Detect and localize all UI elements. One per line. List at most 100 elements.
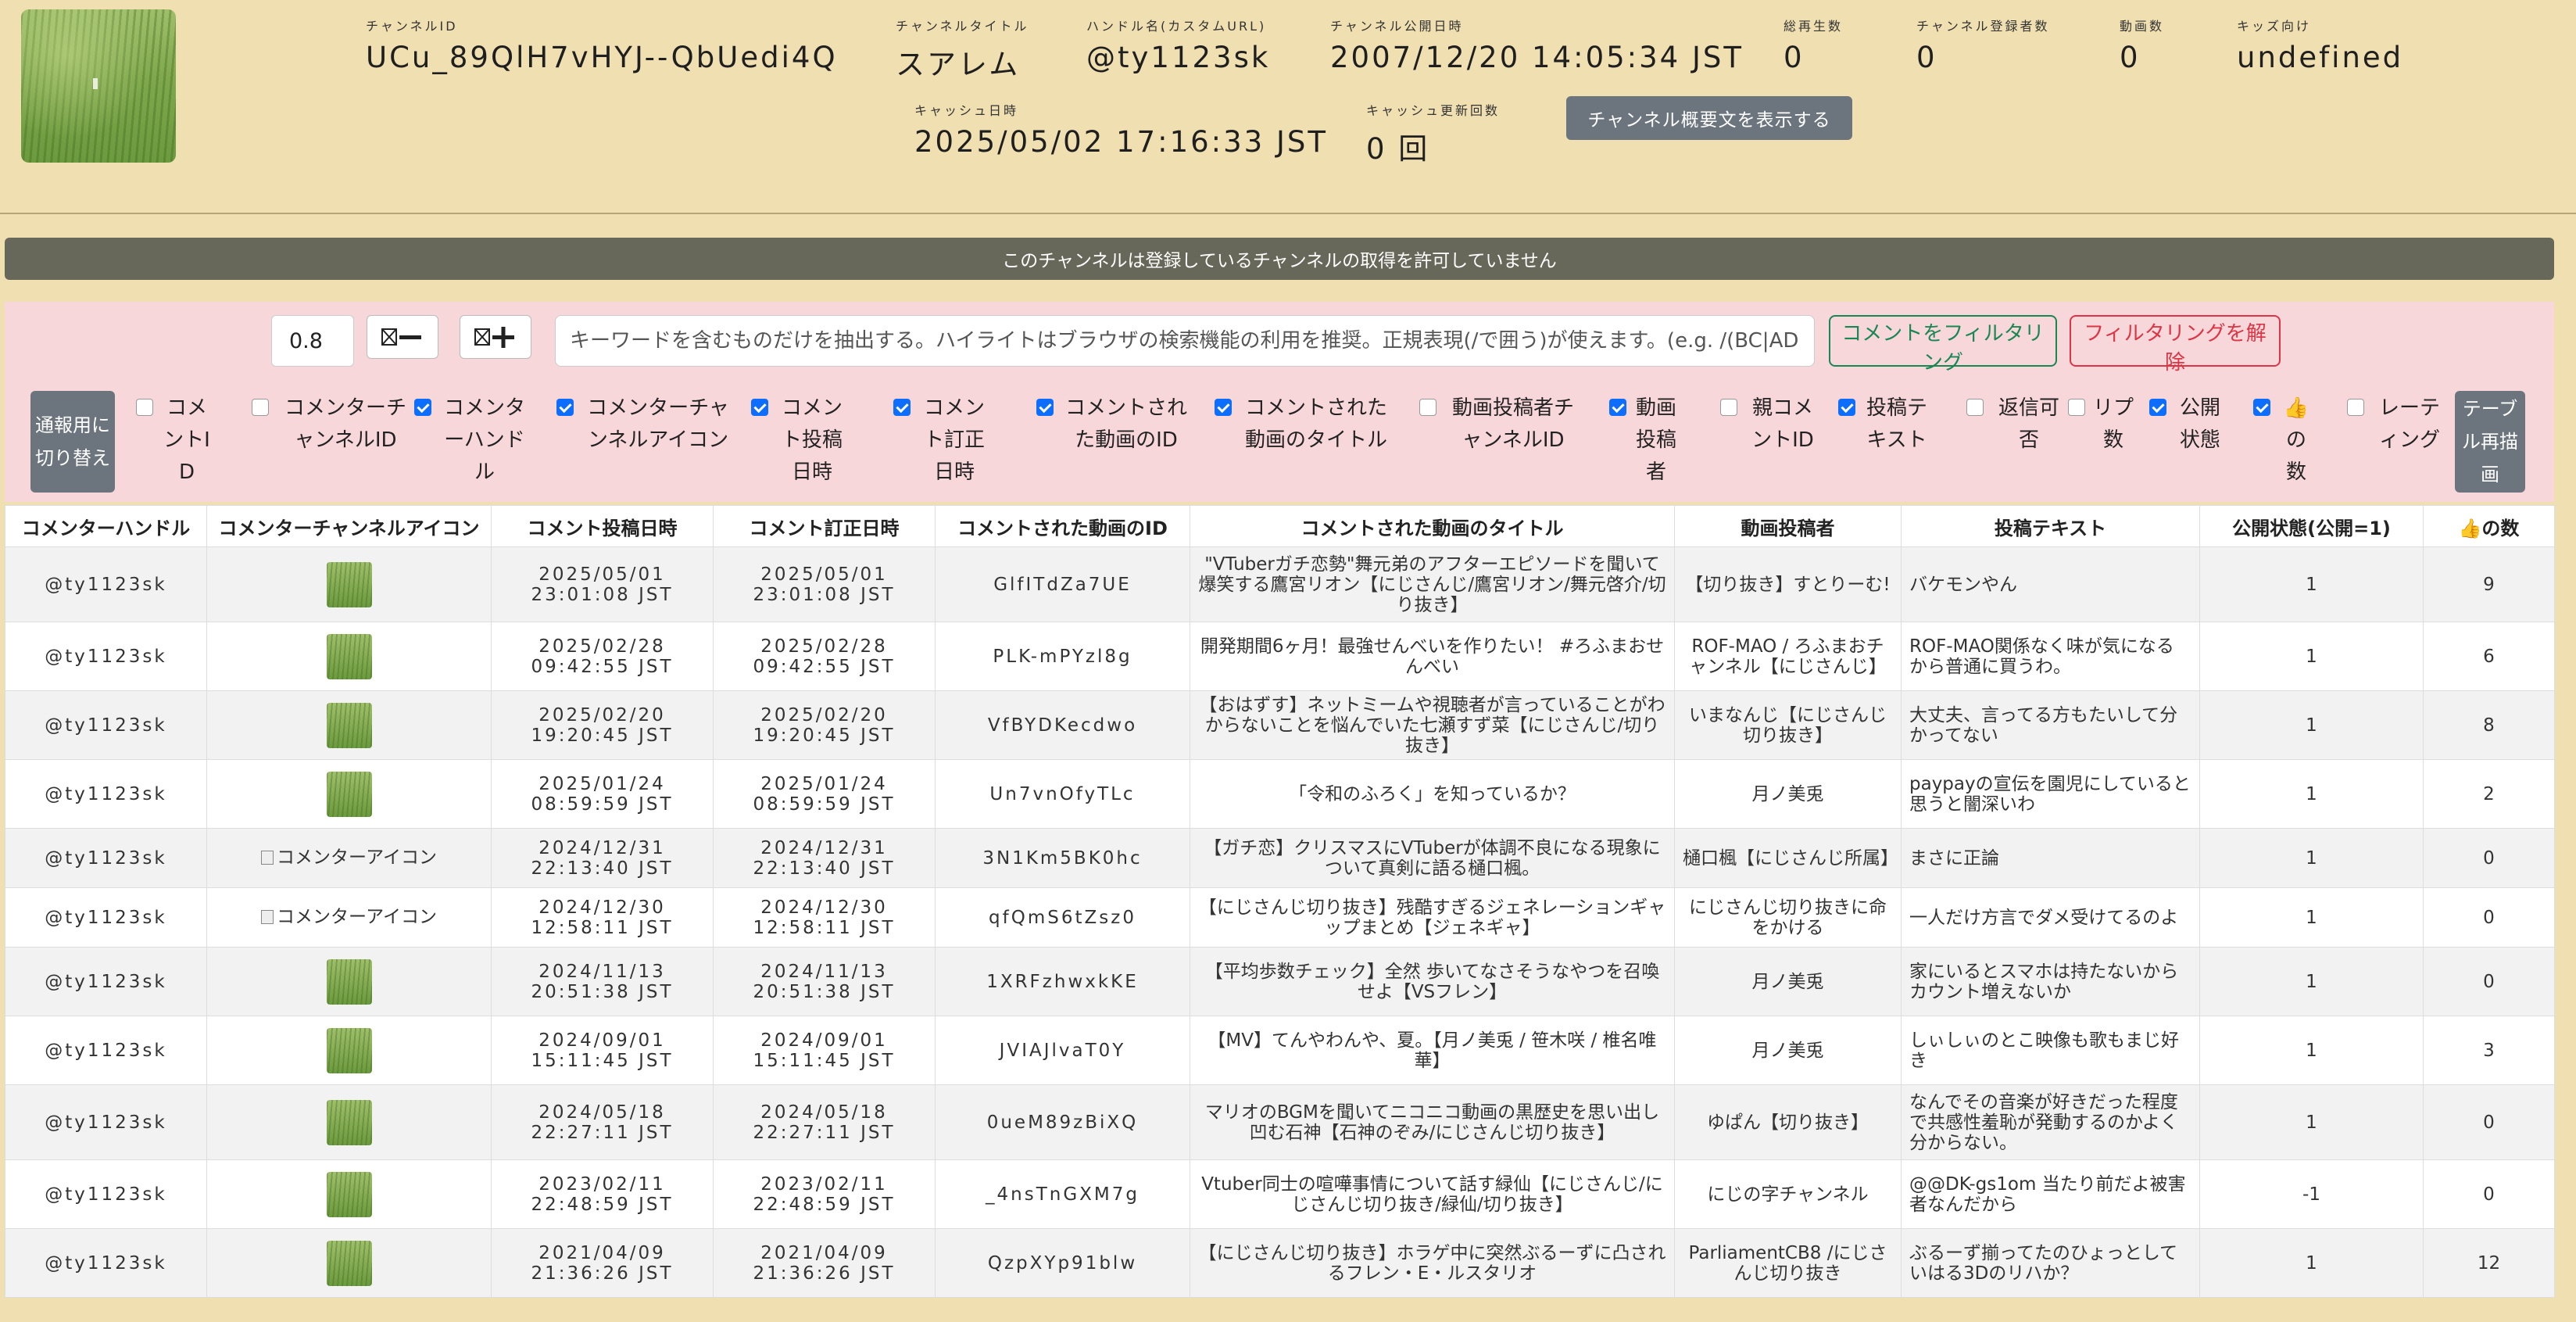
checkbox[interactable]: [893, 399, 911, 416]
column-toggle-label: コメントされた動画のタイトル: [1244, 396, 1387, 452]
posted-cell: 2025/02/28 09:42:55 JST: [491, 622, 714, 691]
commenter-avatar: [326, 1240, 372, 1286]
checkbox[interactable]: [1609, 399, 1626, 416]
checkbox[interactable]: [1036, 399, 1054, 416]
column-header[interactable]: 公開状態(公開=1): [2199, 505, 2424, 547]
checkbox[interactable]: [136, 399, 153, 416]
show-description-button[interactable]: チャンネル概要文を表示する: [1566, 96, 1852, 140]
table-row: @ty1123sk コメンターアイコン 2024/12/30 12:58:11 JST…: [5, 887, 2555, 948]
cache-date-label: キャッシュ日時: [914, 103, 1019, 118]
likes-cell: 2: [2423, 759, 2555, 829]
column-header[interactable]: コメントされた動画のタイトル: [1190, 505, 1675, 547]
column-header[interactable]: 動画投稿者: [1674, 505, 1902, 547]
checkbox[interactable]: [1966, 399, 1984, 416]
text-cell: paypayの宣伝を園児にしていると思うと闇深いわ: [1901, 759, 2200, 829]
commenter-avatar: [326, 561, 372, 607]
cache-count-field: キャッシュ更新回数 0 回: [1366, 100, 1500, 167]
column-toggle-2[interactable]: コメンターチャンネルID: [252, 392, 416, 457]
broken-image-icon: コメンターアイコン: [261, 847, 437, 868]
column-toggle-16[interactable]: 👍の数: [2253, 392, 2316, 489]
commenter-icon-cell: [206, 1228, 492, 1298]
column-toggle-15[interactable]: 公開状態: [2149, 392, 2227, 457]
commenter-avatar: [326, 1099, 372, 1145]
column-toggle-17[interactable]: レーティング: [2347, 392, 2449, 457]
checkbox[interactable]: [414, 399, 431, 416]
column-toggle-3[interactable]: コメンターハンドル: [414, 392, 531, 489]
zoom-in-button[interactable]: [460, 315, 531, 359]
checkbox[interactable]: [1215, 399, 1232, 416]
edited-cell: 2024/12/31 22:13:40 JST: [713, 828, 936, 888]
videos-label: 動画数: [2120, 19, 2165, 34]
checkbox[interactable]: [252, 399, 269, 416]
kids-field: キッズ向け undefined: [2237, 16, 2403, 74]
checkbox[interactable]: [1838, 399, 1855, 416]
subscribers-label: チャンネル登録者数: [1916, 19, 2050, 34]
checkbox[interactable]: [2253, 399, 2270, 416]
scale-input[interactable]: [271, 315, 354, 367]
cache-count-value: 0 回: [1366, 132, 1430, 166]
uploader-cell: 樋口楓【にじさんじ所属】: [1674, 828, 1902, 888]
column-header[interactable]: コメンターハンドル: [5, 505, 207, 547]
public-cell: 1: [2199, 690, 2424, 760]
table-row: @ty1123sk 2025/02/20 19:20:45 JST 2025/02/2…: [5, 690, 2555, 760]
public-cell: 1: [2199, 1084, 2424, 1160]
column-toggle-label: 返信可否: [1998, 396, 2059, 452]
likes-cell: 0: [2423, 1084, 2555, 1160]
checkbox[interactable]: [2149, 399, 2166, 416]
column-header[interactable]: コメンターチャンネルアイコン: [206, 505, 492, 547]
posted-cell: 2024/05/18 22:27:11 JST: [491, 1084, 714, 1160]
checkbox[interactable]: [1720, 399, 1737, 416]
column-toggle-9[interactable]: 動画投稿者チャンネルID: [1419, 392, 1583, 457]
title-cell: "VTuberガチ恋勢"舞元弟のアフターエピソードを聞いて爆笑する鷹宮リオン【に…: [1190, 546, 1675, 622]
column-header[interactable]: コメント訂正日時: [713, 505, 936, 547]
edited-cell: 2025/02/20 19:20:45 JST: [713, 690, 936, 760]
column-header[interactable]: 投稿テキスト: [1901, 505, 2200, 547]
uploader-cell: 月ノ美兎: [1674, 947, 1902, 1016]
column-toggle-14[interactable]: リプ数: [2068, 392, 2135, 457]
column-toggle-1[interactable]: コメントID: [136, 392, 214, 489]
column-toggle-10[interactable]: 動画投稿者: [1609, 392, 1680, 489]
text-cell: ぶるーず揃ってたのひょっとしていはる3Dのリハか？: [1901, 1228, 2200, 1298]
video-id-cell: GlfITdZa7UE: [935, 546, 1190, 622]
column-header[interactable]: 👍の数: [2423, 505, 2555, 547]
report-mode-button[interactable]: 通報用に切り替え: [30, 391, 115, 493]
channel-title-value: スアレム: [896, 48, 1021, 81]
checkbox[interactable]: [751, 399, 768, 416]
checkbox[interactable]: [1419, 399, 1436, 416]
column-toggle-7[interactable]: コメントされた動画のID: [1036, 392, 1193, 457]
column-header[interactable]: コメント投稿日時: [491, 505, 714, 547]
checkbox[interactable]: [2068, 399, 2085, 416]
title-cell: 【ガチ恋】クリスマスにVTuberが体調不良になる現象について真剣に語る樋口楓。: [1190, 828, 1675, 888]
filter-comments-button[interactable]: コメントをフィルタリング: [1829, 315, 2057, 374]
uploader-cell: にじの字チャンネル: [1674, 1159, 1902, 1229]
column-toggle-label: コメントされた動画のID: [1064, 396, 1187, 452]
column-toggle-4[interactable]: コメンターチャンネルアイコン: [556, 392, 736, 457]
keyword-search-input[interactable]: [555, 315, 1815, 367]
column-toggle-12[interactable]: 投稿テキスト: [1838, 392, 1932, 457]
posted-cell: 2024/12/30 12:58:11 JST: [491, 887, 714, 948]
public-cell: 1: [2199, 622, 2424, 691]
checkbox[interactable]: [556, 399, 574, 416]
redraw-table-button[interactable]: テーブル再描画: [2455, 391, 2525, 493]
kids-label: キッズ向け: [2237, 19, 2312, 34]
column-toggle-8[interactable]: コメントされた動画のタイトル: [1215, 392, 1394, 457]
clear-filter-button[interactable]: フィルタリングを解除: [2070, 315, 2281, 374]
video-id-cell: 3N1Km5BK0hc: [935, 828, 1190, 888]
zoom-out-button[interactable]: [367, 315, 438, 359]
column-toggle-6[interactable]: コメント訂正日時: [893, 392, 992, 489]
handle-cell: @ty1123sk: [5, 1228, 207, 1298]
column-toggle-5[interactable]: コメント投稿日時: [751, 392, 850, 489]
column-header[interactable]: コメントされた動画のID: [935, 505, 1190, 547]
column-toggle-11[interactable]: 親コメントID: [1720, 392, 1822, 457]
checkbox[interactable]: [2347, 399, 2364, 416]
commenter-icon-cell: [206, 1084, 492, 1160]
likes-cell: 0: [2423, 947, 2555, 1016]
title-cell: 【MV】てんやわんや、夏。【月ノ美兎 / 笹木咲 / 椎名唯華】: [1190, 1016, 1675, 1085]
views-field: 総再生数 0: [1784, 16, 1843, 74]
subscribers-field: チャンネル登録者数 0: [1916, 16, 2050, 74]
likes-cell: 0: [2423, 828, 2555, 888]
column-toggle-13[interactable]: 返信可否: [1966, 392, 2068, 457]
handle-cell: @ty1123sk: [5, 828, 207, 888]
column-toggle-label: コメンターチャンネルアイコン: [587, 396, 729, 452]
title-cell: 【にじさんじ切り抜き】残酷すぎるジェネレーションギャップまとめ【ジェネギャ】: [1190, 887, 1675, 948]
